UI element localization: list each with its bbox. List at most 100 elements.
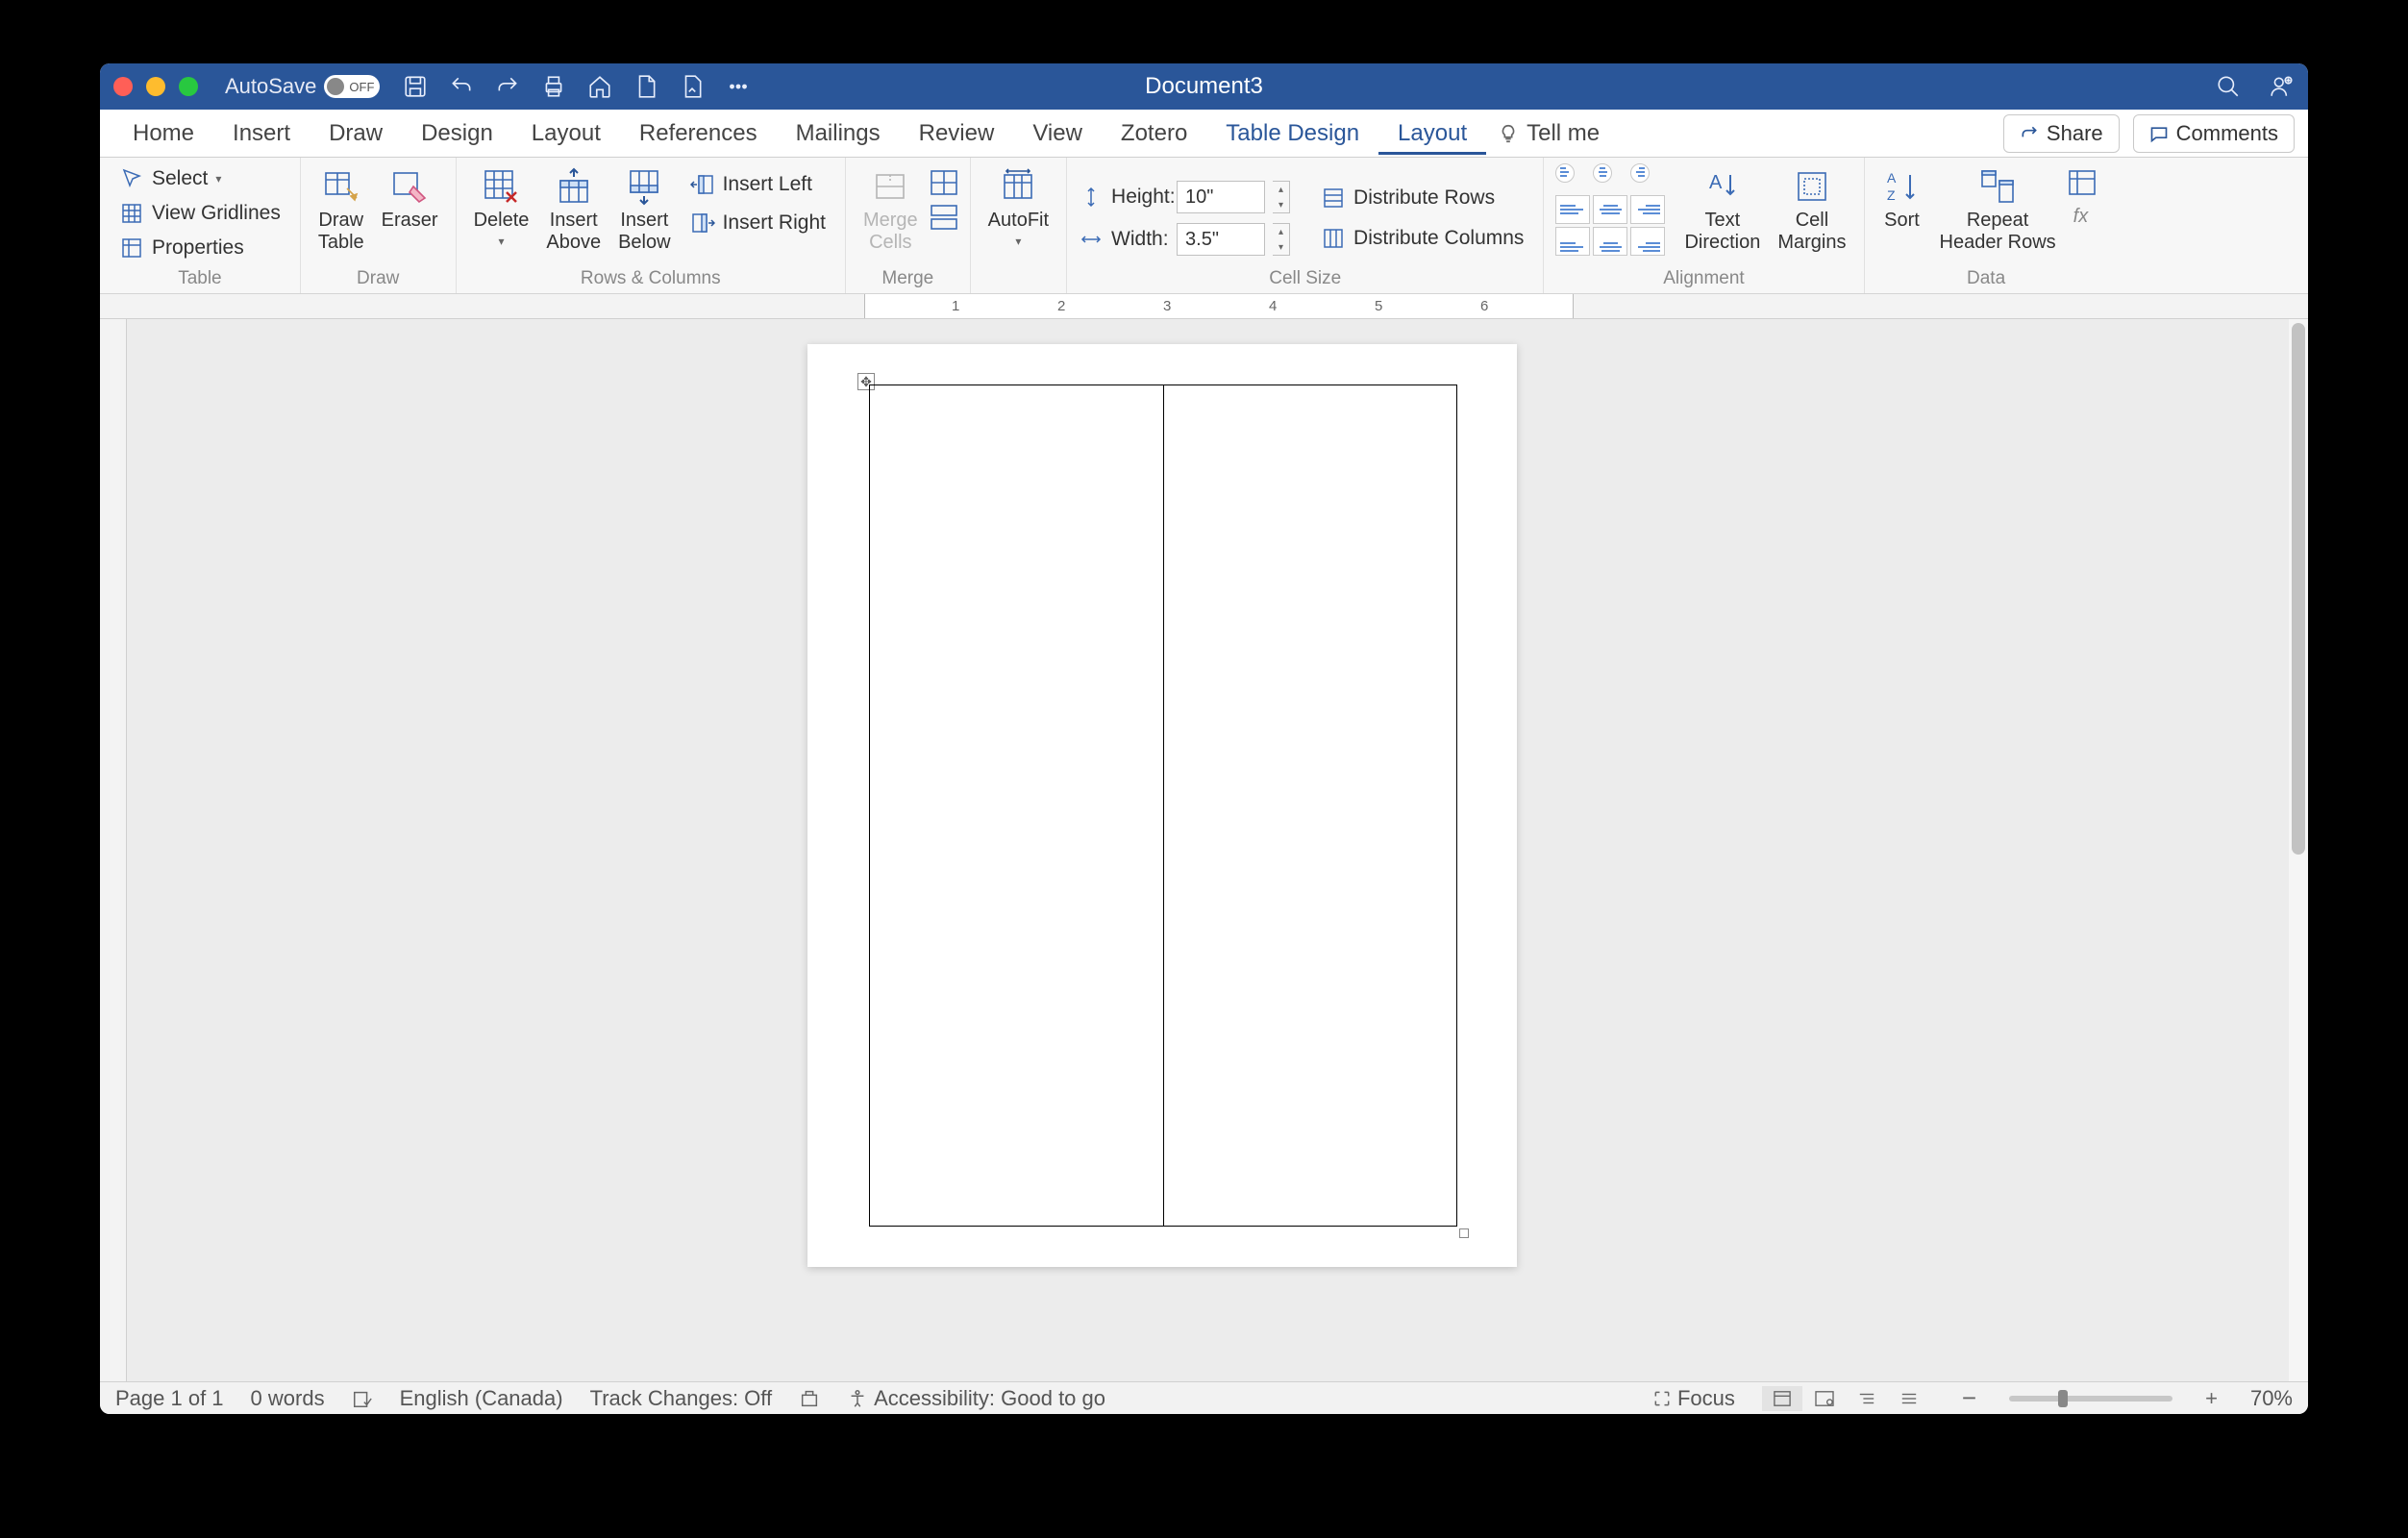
accessibility-indicator[interactable]: Accessibility: Good to go [847, 1386, 1105, 1411]
split-table-icon[interactable] [930, 204, 958, 231]
minimize-window-button[interactable] [146, 77, 165, 96]
align-mid-center[interactable] [1593, 195, 1627, 224]
account-icon[interactable] [2270, 74, 2295, 99]
tab-references[interactable]: References [620, 112, 777, 155]
align-bot-left[interactable] [1555, 227, 1590, 256]
language-indicator[interactable]: English (Canada) [400, 1386, 563, 1411]
print-layout-view[interactable] [1762, 1386, 1802, 1411]
tab-layout[interactable]: Layout [512, 112, 620, 155]
outline-view[interactable] [1847, 1386, 1887, 1411]
autosave-toggle[interactable]: OFF [324, 75, 380, 98]
align-bot-right[interactable] [1630, 227, 1665, 256]
zoom-level[interactable]: 70% [2250, 1386, 2293, 1411]
insert-left-button[interactable]: Insert Left [683, 169, 833, 200]
tab-view[interactable]: View [1013, 112, 1102, 155]
tab-mailings[interactable]: Mailings [777, 112, 900, 155]
eraser-label: Eraser [382, 210, 438, 232]
maximize-window-button[interactable] [179, 77, 198, 96]
undo-icon[interactable] [449, 74, 474, 99]
focus-button[interactable]: Focus [1652, 1386, 1735, 1411]
cell-margins-button[interactable]: Cell Margins [1772, 163, 1851, 258]
zoom-in-button[interactable]: + [2199, 1386, 2223, 1411]
repeat-header-button[interactable]: Repeat Header Rows [1934, 163, 2062, 258]
ribbon-tabs: Home Insert Draw Design Layout Reference… [100, 110, 2308, 158]
ruler-vertical[interactable] [100, 319, 127, 1381]
tab-review[interactable]: Review [900, 112, 1014, 155]
text-direction-button[interactable]: A Text Direction [1678, 163, 1766, 258]
redo-icon[interactable] [495, 74, 520, 99]
quick-access-toolbar [403, 74, 751, 99]
convert-to-text-icon[interactable] [2068, 169, 2097, 196]
split-cells-icon[interactable] [930, 169, 958, 196]
macro-icon[interactable] [799, 1388, 820, 1409]
zoom-slider[interactable] [2009, 1396, 2172, 1402]
draft-view[interactable] [1889, 1386, 1929, 1411]
insert-right-button[interactable]: Insert Right [683, 208, 833, 238]
table-cell[interactable] [1163, 385, 1457, 1227]
page[interactable]: ✥ [807, 344, 1517, 1267]
table-cell[interactable] [870, 385, 1164, 1227]
view-buttons [1762, 1386, 1929, 1411]
align-top-left[interactable] [1555, 163, 1575, 183]
width-spinner[interactable]: ▴▾ [1273, 223, 1290, 256]
page-indicator[interactable]: Page 1 of 1 [115, 1386, 224, 1411]
scroll-thumb[interactable] [2292, 323, 2305, 855]
tab-table-layout[interactable]: Layout [1378, 112, 1486, 155]
view-gridlines-button[interactable]: View Gridlines [112, 198, 288, 229]
distribute-cols-button[interactable]: Distribute Columns [1313, 223, 1531, 254]
merge-cells-button[interactable]: Merge Cells [857, 163, 924, 258]
height-input[interactable] [1177, 181, 1265, 213]
new-doc-icon[interactable] [633, 74, 658, 99]
share-button[interactable]: Share [2003, 114, 2120, 153]
distribute-rows-button[interactable]: Distribute Rows [1313, 183, 1531, 213]
draw-table-button[interactable]: Draw Table [312, 163, 370, 258]
autofit-button[interactable]: AutoFit ▾ [982, 163, 1055, 253]
tab-zotero[interactable]: Zotero [1102, 112, 1206, 155]
tab-insert[interactable]: Insert [213, 112, 310, 155]
document-table[interactable] [869, 384, 1457, 1227]
home-icon[interactable] [587, 74, 612, 99]
web-layout-view[interactable] [1804, 1386, 1845, 1411]
tell-me-button[interactable]: Tell me [1498, 120, 1600, 147]
tab-design[interactable]: Design [402, 112, 512, 155]
save-icon[interactable] [403, 74, 428, 99]
sort-button[interactable]: AZ Sort [1876, 163, 1928, 236]
tab-table-design[interactable]: Table Design [1206, 112, 1378, 155]
svg-text:Z: Z [1887, 187, 1896, 203]
comments-button[interactable]: Comments [2133, 114, 2295, 153]
insert-below-button[interactable]: Insert Below [612, 163, 676, 258]
zoom-out-button[interactable]: − [1956, 1383, 1982, 1413]
statusbar: Page 1 of 1 0 words English (Canada) Tra… [100, 1381, 2308, 1414]
document-canvas[interactable]: ✥ [127, 319, 2308, 1381]
formula-button[interactable]: fx [2068, 204, 2097, 230]
eraser-button[interactable]: Eraser [376, 163, 444, 236]
align-mid-right[interactable] [1630, 195, 1665, 224]
insert-above-button[interactable]: Insert Above [540, 163, 607, 258]
properties-button[interactable]: Properties [112, 233, 288, 263]
tab-draw[interactable]: Draw [310, 112, 402, 155]
delete-button[interactable]: Delete ▾ [468, 163, 535, 253]
align-mid-left[interactable] [1555, 195, 1590, 224]
ruler-horizontal[interactable]: 1 2 3 4 5 6 [100, 294, 2308, 319]
more-icon[interactable] [726, 74, 751, 99]
select-button[interactable]: Select ▾ [112, 163, 288, 194]
search-icon[interactable] [2216, 74, 2241, 99]
height-spinner[interactable]: ▴▾ [1273, 181, 1290, 213]
zoom-thumb[interactable] [2058, 1390, 2068, 1407]
tab-home[interactable]: Home [113, 112, 213, 155]
distribute-rows-icon [1321, 186, 1346, 210]
spellcheck-icon[interactable] [352, 1388, 373, 1409]
word-count[interactable]: 0 words [251, 1386, 325, 1411]
align-top-center[interactable] [1593, 163, 1612, 183]
track-changes-indicator[interactable]: Track Changes: Off [590, 1386, 773, 1411]
table-resize-handle[interactable] [1459, 1228, 1469, 1238]
scrollbar-vertical[interactable] [2289, 319, 2308, 1381]
template-icon[interactable] [680, 74, 705, 99]
align-top-right[interactable] [1630, 163, 1650, 183]
group-autofit: AutoFit ▾ [971, 158, 1067, 293]
width-input[interactable] [1177, 223, 1265, 256]
print-icon[interactable] [541, 74, 566, 99]
close-window-button[interactable] [113, 77, 133, 96]
align-bot-center[interactable] [1593, 227, 1627, 256]
merge-cells-label: Merge Cells [863, 210, 918, 254]
